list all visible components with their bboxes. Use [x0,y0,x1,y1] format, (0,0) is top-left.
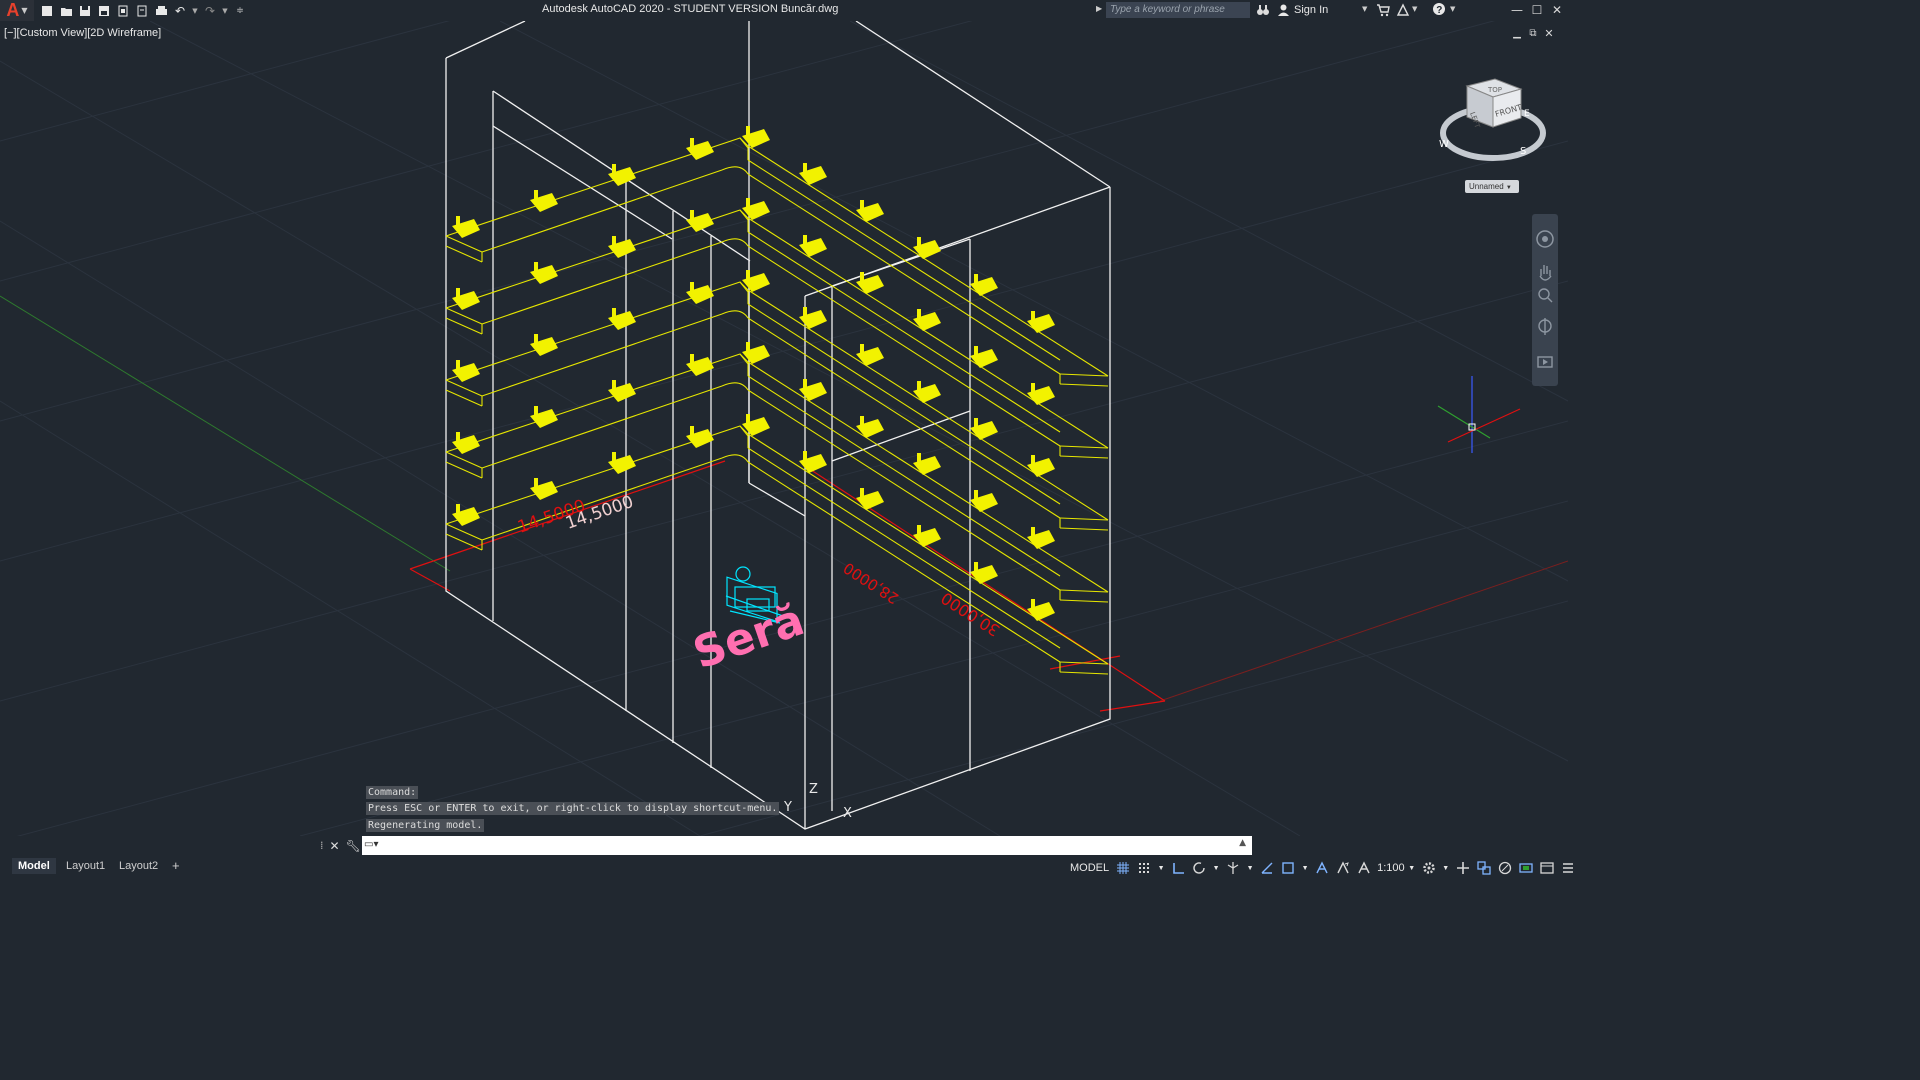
redo-dropdown-icon[interactable]: ▼ [222,4,228,18]
add-layout-icon[interactable]: + [166,858,186,874]
quick-access-toolbar: ↶ ▼ ↷ ▼ ≑ [40,3,252,18]
navigation-bar [1532,214,1558,386]
ucs-menu[interactable]: Unnamed ▼ [1465,180,1519,193]
application-menu-button[interactable]: A ▼ [0,0,34,21]
tab-model[interactable]: Model [12,858,56,874]
publish-icon[interactable] [116,4,130,18]
object-snap-icon[interactable] [1280,860,1296,876]
polar-tracking-icon[interactable] [1191,860,1207,876]
new-file-icon[interactable] [40,4,54,18]
object-snap-tracking-icon[interactable] [1259,860,1275,876]
tab-layout2[interactable]: Layout2 [113,858,164,874]
undo-dropdown-icon[interactable]: ▼ [192,4,198,18]
command-history-line-2: Press ESC or ENTER to exit, or right-cli… [366,802,780,815]
units-icon[interactable] [1476,860,1492,876]
ucs-y-label: Y [783,800,792,815]
zoom-extents-icon[interactable] [1538,288,1550,300]
command-history-expand-icon[interactable]: ▲ [1239,838,1246,848]
ortho-mode-icon[interactable] [1170,860,1186,876]
command-prompt-icon[interactable]: ▭▾ [364,839,378,850]
customize-wrench-icon[interactable]: 🔧︎ [346,839,361,853]
maximize-window-icon[interactable]: ☐ [1528,2,1546,18]
annotation-scale-value[interactable]: 1:100 [1377,862,1405,874]
compass-e[interactable]: E [1524,109,1530,119]
expand-arrow-icon[interactable]: ▶ [1096,4,1102,13]
snap-mode-icon[interactable] [1136,860,1152,876]
clean-screen-icon[interactable] [1539,860,1555,876]
grid-display-icon[interactable] [1115,860,1131,876]
autodesk-app-store-icon[interactable] [1376,3,1390,20]
autocad-logo-icon: A [6,0,20,20]
grip-handle-icon[interactable]: ⁞ [320,839,324,852]
auto-scale-icon[interactable] [1335,860,1351,876]
hardware-acceleration-icon[interactable] [1518,860,1534,876]
annotation-monitor-icon[interactable] [1455,860,1471,876]
crosshair-cursor [1437,376,1521,453]
workspace-gear-icon[interactable] [1421,860,1437,876]
snap-dropdown-icon[interactable]: ▼ [1157,860,1165,876]
open-folder-icon[interactable] [59,4,73,18]
dimension-text-3[interactable]: 28,0000 [840,559,902,608]
y-axis-line [0,295,451,572]
isodraft-dropdown-icon[interactable]: ▼ [1246,860,1254,876]
command-input[interactable] [380,838,1184,855]
view-cube[interactable]: TOP FRONT LEFT W S E [1439,78,1546,161]
command-history-line-3: Regenerating model. [366,819,485,832]
ucs-z-label: Z [809,782,818,797]
plot-preview-icon[interactable] [135,4,149,18]
model-space-toggle[interactable]: MODEL [1070,862,1109,874]
ucs-name: Unnamed [1469,182,1504,191]
grow-lamps [452,126,1055,621]
sign-in-button[interactable]: Sign In [1278,4,1328,16]
sign-in-dropdown-icon[interactable]: ▼ [1362,5,1367,13]
connect-dropdown-icon[interactable]: ▼ [1412,5,1417,13]
window-title: Autodesk AutoCAD 2020 - STUDENT VERSION … [542,3,839,15]
tab-layout1[interactable]: Layout1 [60,858,111,874]
workspace-dropdown-icon[interactable]: ▼ [1442,860,1450,876]
polar-dropdown-icon[interactable]: ▼ [1212,860,1220,876]
user-icon [1278,4,1289,16]
title-bar: A ▼ ↶ ▼ ↷ ▼ ≑ Autodesk AutoCAD 2020 - STU… [0,0,1568,21]
redo-icon[interactable]: ↷ [203,4,217,18]
isodraft-icon[interactable] [1225,860,1241,876]
pan-hand-icon[interactable] [1539,265,1552,281]
viewcube-top-label[interactable]: TOP [1487,86,1502,94]
annotation-visibility-icon[interactable] [1314,860,1330,876]
print-icon[interactable] [154,4,168,18]
chevron-down-icon: ▼ [21,6,28,15]
scale-dropdown-icon[interactable]: ▼ [1408,860,1416,876]
command-line-controls: ⁞ ✕ 🔧︎ [318,836,362,855]
customize-toolbar-icon[interactable]: ≑ [233,4,247,18]
status-bar: MODEL ▼ ▼ ▼ ▼ 1:100 ▼ ▼ [1070,858,1581,878]
compass-s[interactable]: S [1520,146,1526,157]
osnap-dropdown-icon[interactable]: ▼ [1301,860,1309,876]
save-as-icon[interactable] [97,4,111,18]
close-window-icon[interactable]: ✕ [1548,2,1566,18]
annotation-scale-icon[interactable] [1356,860,1372,876]
command-history-line-1: Command: [366,786,419,799]
compass-w[interactable]: W [1439,139,1449,150]
isolate-objects-icon[interactable] [1497,860,1513,876]
help-icon[interactable]: ? [1432,2,1446,19]
command-line: ⁞ ✕ 🔧︎ ▭▾ ▲ [318,836,1252,855]
ucs-x-label: X [843,806,852,821]
customization-menu-icon[interactable] [1560,860,1576,876]
help-dropdown-icon[interactable]: ▼ [1450,5,1455,13]
model-space-canvas[interactable]: 14,5000 14,5000 28,0000 30,0000 Seră Y Z… [0,21,1568,836]
grid [0,21,1568,836]
a360-connect-icon[interactable] [1396,3,1410,20]
minimize-window-icon[interactable]: — [1508,2,1526,18]
close-command-line-icon[interactable]: ✕ [330,839,340,853]
sign-in-label: Sign In [1294,4,1329,16]
save-icon[interactable] [78,4,92,18]
infocenter-binoculars-icon[interactable] [1256,3,1270,20]
search-input[interactable]: Type a keyword or phrase [1106,2,1250,18]
undo-icon[interactable]: ↶ [173,4,187,18]
x-axis-line [1159,560,1568,702]
chevron-down-icon: ▼ [1505,185,1512,191]
svg-text:?: ? [1436,5,1442,16]
